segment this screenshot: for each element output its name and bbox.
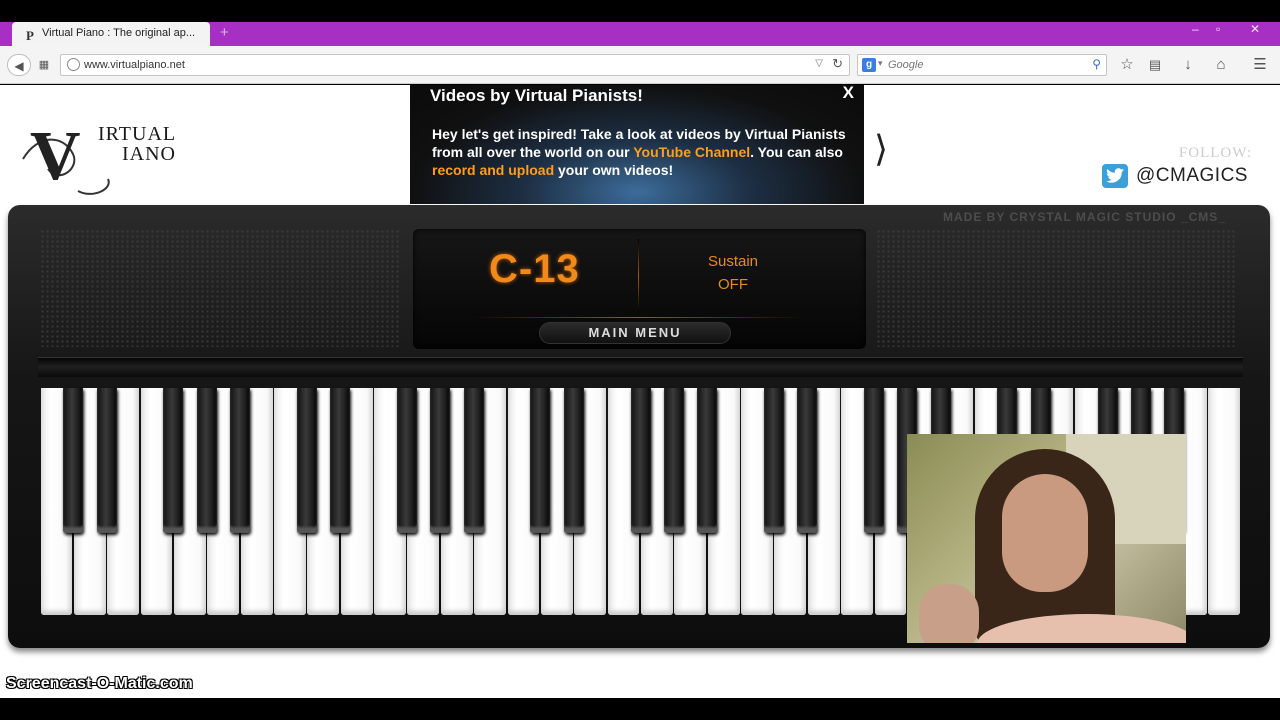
right-speaker-grille — [876, 229, 1236, 347]
page-info-icon[interactable]: ▦ — [36, 54, 52, 76]
close-window-icon[interactable]: ✕ — [1250, 22, 1260, 36]
screencast-watermark: Screencast-O-Matic.com — [6, 675, 193, 692]
black-key[interactable] — [230, 388, 251, 533]
note-display: C-13 — [489, 247, 580, 291]
black-key[interactable] — [563, 388, 584, 533]
ad-text-3: your own videos! — [554, 162, 674, 178]
follow-label: FOLLOW: — [1178, 145, 1252, 161]
record-upload-link[interactable]: record and upload — [432, 162, 554, 178]
videos-ad-banner[interactable]: Videos by Virtual Pianists! Hey let's ge… — [410, 85, 864, 204]
black-key[interactable] — [296, 388, 317, 533]
globe-icon — [67, 58, 80, 71]
display-divider — [638, 239, 639, 313]
logo-v-letter: V — [30, 118, 81, 195]
new-tab-button[interactable]: + — [220, 24, 229, 41]
piano-display: C-13 Sustain OFF MAIN MENU — [413, 229, 866, 349]
menu-icon[interactable]: ☰ — [1248, 54, 1272, 76]
black-key[interactable] — [663, 388, 684, 533]
black-key[interactable] — [864, 388, 885, 533]
twitter-icon[interactable] — [1102, 164, 1128, 188]
logo-line-2: IANO — [122, 143, 176, 165]
sustain-label: Sustain — [707, 253, 759, 270]
url-input[interactable] — [84, 55, 684, 75]
virtualpiano-favicon-icon: P — [26, 28, 34, 43]
black-key[interactable] — [697, 388, 718, 533]
tab-title: Virtual Piano : The original ap... — [42, 27, 196, 39]
maximize-icon[interactable]: ▫ — [1216, 22, 1220, 36]
black-key[interactable] — [196, 388, 217, 533]
black-key[interactable] — [63, 388, 84, 533]
ad-text-2: . You can also — [750, 144, 843, 160]
next-arrow-icon[interactable]: ⟩ — [874, 129, 888, 170]
home-icon[interactable]: ⌂ — [1209, 54, 1233, 76]
black-key[interactable] — [630, 388, 651, 533]
page-content: V IRTUAL IANO Videos by Virtual Pianists… — [0, 85, 1280, 698]
sustain-state: OFF — [718, 276, 748, 293]
browser-toolbar: ◀ ▦ ▽ ↻ g ▾ ⚲ ☆ ▤ ↓ ⌂ ☰ — [0, 46, 1280, 84]
black-key[interactable] — [530, 388, 551, 533]
black-key[interactable] — [163, 388, 184, 533]
left-speaker-grille — [40, 229, 400, 347]
ad-title: Videos by Virtual Pianists! — [430, 86, 643, 105]
display-glow-line — [473, 317, 803, 318]
webcam-overlay — [907, 434, 1186, 643]
ad-body: Hey let's get inspired! Take a look at v… — [432, 125, 852, 179]
main-menu-button[interactable]: MAIN MENU — [539, 322, 731, 344]
black-key[interactable] — [396, 388, 417, 533]
black-key[interactable] — [763, 388, 784, 533]
key-rail — [38, 357, 1243, 377]
search-input[interactable] — [888, 55, 1078, 75]
black-key[interactable] — [797, 388, 818, 533]
black-key[interactable] — [96, 388, 117, 533]
white-key[interactable] — [1208, 388, 1240, 615]
sustain-toggle[interactable]: Sustain OFF — [673, 250, 793, 296]
webcam-person-face — [1002, 474, 1088, 592]
youtube-channel-link[interactable]: YouTube Channel — [633, 144, 750, 160]
browser-tab[interactable]: P Virtual Piano : The original ap... — [12, 22, 210, 46]
search-icon[interactable]: ⚲ — [1092, 57, 1101, 71]
reload-icon[interactable]: ↻ — [832, 56, 843, 72]
made-by-label: MADE BY CRYSTAL MAGIC STUDIO _CMS_ — [943, 210, 1226, 224]
virtual-piano-logo[interactable]: V IRTUAL IANO — [18, 121, 193, 201]
bookmarks-menu-icon[interactable]: ▤ — [1143, 54, 1167, 76]
twitter-handle-link[interactable]: @CMAGICS — [1136, 165, 1248, 187]
black-key[interactable] — [430, 388, 451, 533]
search-bar[interactable]: g ▾ ⚲ — [857, 54, 1107, 76]
google-engine-icon[interactable]: g — [862, 58, 876, 72]
address-bar[interactable]: ▽ ↻ — [60, 54, 850, 76]
ad-close-icon[interactable]: X — [843, 85, 854, 103]
black-key[interactable] — [330, 388, 351, 533]
bookmark-star-icon[interactable]: ☆ — [1115, 54, 1139, 76]
history-dropdown-icon[interactable]: ▽ — [815, 58, 823, 69]
webcam-person-hand — [919, 584, 979, 643]
back-button[interactable]: ◀ — [7, 54, 31, 76]
browser-tab-bar: P Virtual Piano : The original ap... + –… — [0, 22, 1280, 46]
downloads-icon[interactable]: ↓ — [1176, 54, 1200, 76]
black-key[interactable] — [463, 388, 484, 533]
minimize-icon[interactable]: – — [1192, 22, 1199, 36]
engine-dropdown-icon[interactable]: ▾ — [878, 58, 883, 69]
